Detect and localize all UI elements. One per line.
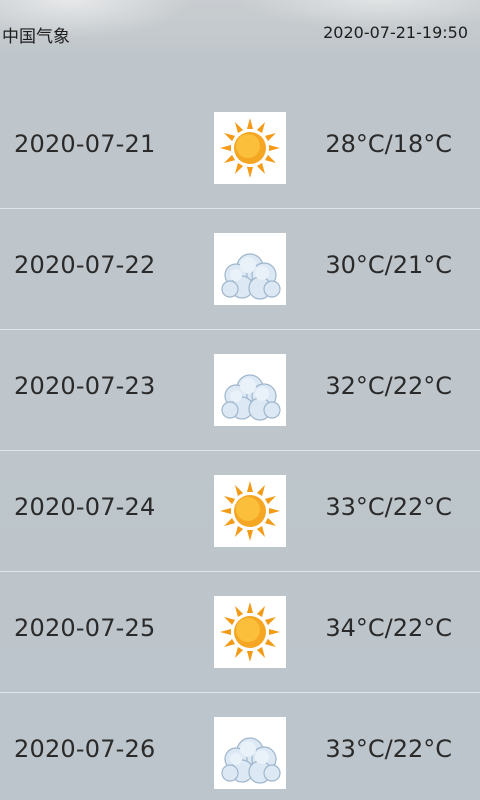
forecast-date: 2020-07-22 [14,251,156,279]
update-datetime: 2020-07-21-19:50 [323,23,468,42]
forecast-list[interactable]: 2020-07-21 28°C/18°C 2020-07-22 30°C/21°… [0,88,480,800]
sun-icon [214,596,286,668]
forecast-row[interactable]: 2020-07-22 30°C/21°C [0,209,480,330]
forecast-row[interactable]: 2020-07-21 28°C/18°C [0,88,480,209]
forecast-date: 2020-07-23 [14,372,156,400]
sun-icon [214,475,286,547]
forecast-temperature: 33°C/22°C [325,493,452,521]
forecast-date: 2020-07-26 [14,735,156,763]
forecast-row[interactable]: 2020-07-23 32°C/22°C [0,330,480,451]
cloud-icon [214,354,286,426]
forecast-temperature: 28°C/18°C [325,130,452,158]
forecast-date: 2020-07-24 [14,493,156,521]
forecast-temperature: 33°C/22°C [325,735,452,763]
forecast-temperature: 34°C/22°C [325,614,452,642]
cloud-icon [214,233,286,305]
forecast-date: 2020-07-21 [14,130,156,158]
forecast-row[interactable]: 2020-07-25 34°C/22°C [0,572,480,693]
app-title: 中国气象 [2,27,70,47]
forecast-row[interactable]: 2020-07-26 33°C/22°C [0,693,480,800]
sun-icon [214,112,286,184]
header-bar: 中国气象 2020-07-21-19:50 [0,20,480,50]
forecast-date: 2020-07-25 [14,614,156,642]
cloud-icon [214,717,286,789]
forecast-row[interactable]: 2020-07-24 33°C/22°C [0,451,480,572]
forecast-temperature: 32°C/22°C [325,372,452,400]
forecast-temperature: 30°C/21°C [325,251,452,279]
